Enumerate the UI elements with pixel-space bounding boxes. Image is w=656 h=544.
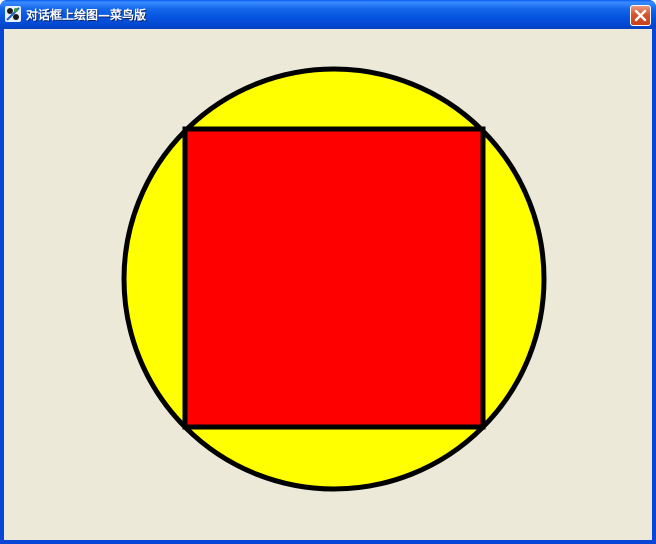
window-title: 对话框上绘图—菜鸟版 [26,8,147,22]
dialog-client-area [4,29,652,540]
title-bar[interactable]: 对话框上绘图—菜鸟版 [0,0,656,29]
app-icon[interactable] [5,6,21,22]
drawing-canvas [121,66,547,492]
red-square [182,126,486,430]
dialog-window: 对话框上绘图—菜鸟版 [0,0,656,544]
close-icon [634,9,647,22]
close-button[interactable] [630,5,651,26]
